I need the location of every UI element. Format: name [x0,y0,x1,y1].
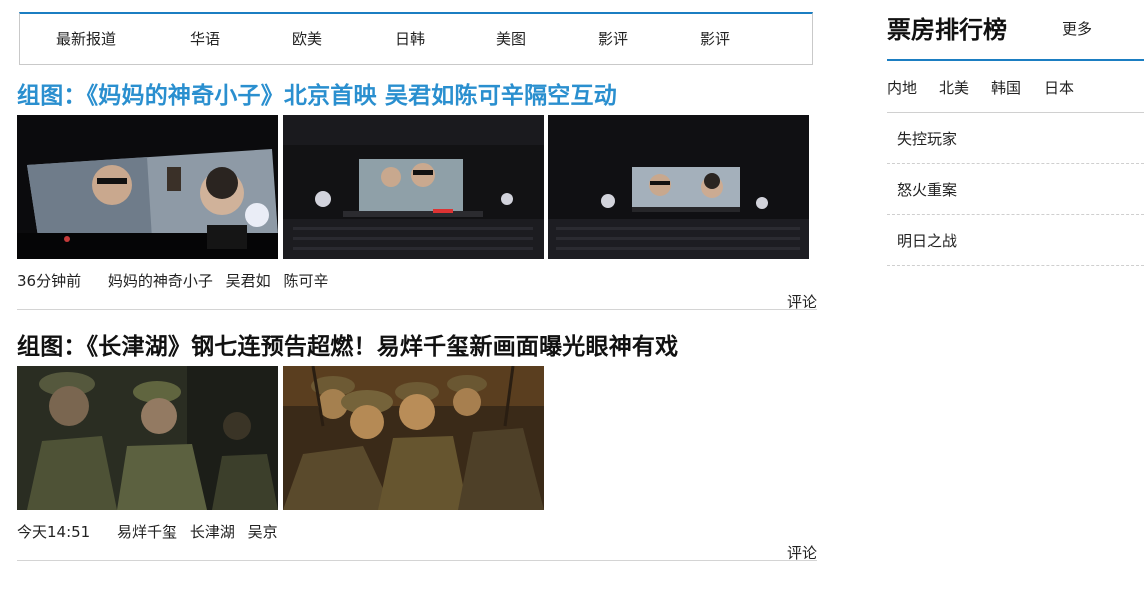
article-thumbnail[interactable] [283,115,544,259]
article-thumbnail[interactable] [17,115,278,259]
article-thumbnail[interactable] [548,115,809,259]
article-time: 36分钟前 [17,272,82,290]
ranking-item[interactable]: 怒火重案 [887,164,1144,215]
tab-photos[interactable]: 美图 [496,14,526,65]
article-meta: 今天14:51 易烊千玺 长津湖 吴京 [17,521,286,542]
tab-western[interactable]: 欧美 [292,14,322,65]
article-thumbnail[interactable] [17,366,278,510]
article-title[interactable]: 组图：《妈妈的神奇小子》北京首映 吴君如陈可辛隔空互动 [17,76,617,110]
ranking-movie-name: 明日之战 [897,232,958,250]
article-time: 今天14:51 [17,523,91,541]
ranking-movie-name: 怒火重案 [897,181,958,199]
article-tag[interactable]: 吴君如 [226,272,271,290]
article-tag[interactable]: 妈妈的神奇小子 [108,272,213,290]
article-tag[interactable]: 易烊千玺 [117,523,177,541]
more-link[interactable]: 更多 [1062,18,1092,39]
article-tag[interactable]: 吴京 [248,523,278,541]
article-divider [17,560,817,561]
article-title[interactable]: 组图：《长津湖》钢七连预告超燃！易烊千玺新画面曝光眼神有戏 [17,327,678,361]
box-office-sidebar: 票房排行榜 更多 内地 北美 韩国 日本 失控玩家 怒火重案 明日之战 [887,0,1144,589]
category-tab-bar: 最新报道 华语 欧美 日韩 美图 影评 影评 [19,12,813,65]
tab-japan-korea[interactable]: 日韩 [395,14,425,65]
article-divider [17,309,817,310]
sidebar-accent-line [887,59,1144,61]
ranking-movie-name: 失控玩家 [897,130,958,148]
region-tab-japan[interactable]: 日本 [1044,77,1074,98]
ranking-item[interactable]: 失控玩家 [887,113,1144,164]
tab-reviews[interactable]: 影评 [598,14,628,65]
article-tag[interactable]: 陈可辛 [283,272,328,290]
article-tag[interactable]: 长津湖 [190,523,235,541]
sidebar-title: 票房排行榜 [887,16,1007,44]
tab-reviews-2[interactable]: 影评 [700,14,730,65]
region-tab-mainland[interactable]: 内地 [887,77,917,98]
article-thumbnail[interactable] [283,366,544,510]
ranking-item[interactable]: 明日之战 [887,215,1144,266]
region-tab-north-america[interactable]: 北美 [939,77,969,98]
region-tab-korea[interactable]: 韩国 [991,77,1021,98]
article-meta: 36分钟前 妈妈的神奇小子 吴君如 陈可辛 [17,270,336,291]
tab-latest[interactable]: 最新报道 [56,14,116,65]
tab-chinese[interactable]: 华语 [190,14,220,65]
